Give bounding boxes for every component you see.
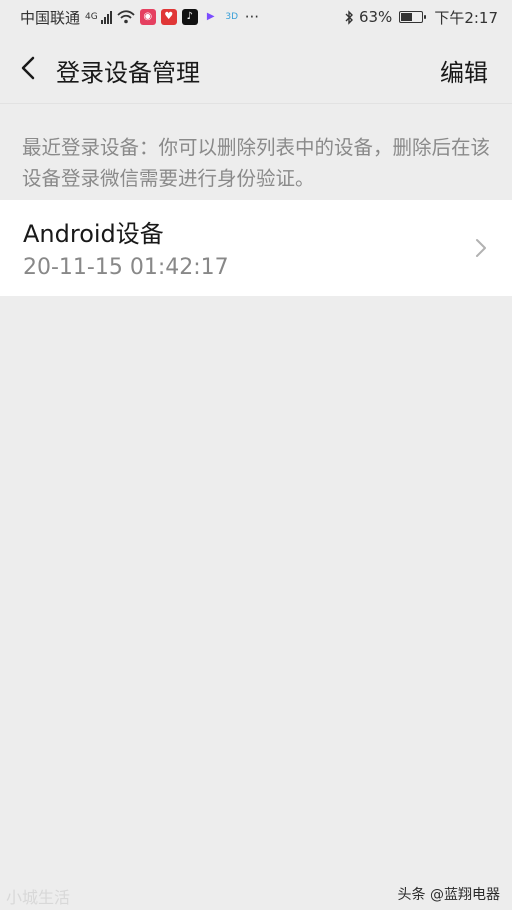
carrier-label: 中国联通	[20, 8, 81, 27]
device-login-time: 20-11-15 01:42:17	[23, 255, 229, 280]
edit-button[interactable]: 编辑	[440, 53, 488, 88]
chevron-right-icon	[476, 239, 486, 257]
battery-percent: 63%	[358, 8, 393, 26]
device-list-item[interactable]: Android设备 20-11-15 01:42:17	[0, 200, 512, 296]
wifi-icon	[117, 10, 135, 24]
status-right: 63% 下午2:17	[344, 7, 498, 28]
play-icon: ▶	[206, 11, 215, 22]
navigation-bar: 登录设备管理 编辑	[0, 34, 512, 104]
signal-icon	[100, 10, 112, 24]
red-app-icon: ◉	[139, 9, 156, 25]
watermark-left: 小城生活	[6, 888, 71, 907]
tiktok-icon: ♪	[181, 9, 198, 25]
back-button[interactable]	[18, 55, 40, 81]
page-title: 登录设备管理	[56, 59, 200, 87]
heart-app-icon: ♥	[160, 9, 177, 25]
battery-fill	[401, 13, 413, 21]
status-left: 中国联通 4G ◉ ♥ ♪ ▶ 3D ···	[20, 7, 259, 28]
overflow-icon: ···	[244, 8, 260, 26]
device-management-description: 最近登录设备：你可以删除列表中的设备，删除后在该设备登录微信需要进行身份验证。	[22, 136, 491, 190]
network-label: 4G	[85, 12, 98, 22]
battery-icon	[399, 11, 427, 23]
3d-app-icon: 3D	[225, 12, 239, 22]
bluetooth-icon	[345, 9, 353, 25]
watermark-right: 头条 @蓝翔电器	[397, 887, 500, 903]
status-bar: 中国联通 4G ◉ ♥ ♪ ▶ 3D ··· 63% 下午2:17	[0, 0, 512, 34]
device-list: Android设备 20-11-15 01:42:17	[0, 200, 512, 296]
clock: 下午2:17	[434, 8, 498, 27]
device-name: Android设备	[23, 220, 164, 248]
